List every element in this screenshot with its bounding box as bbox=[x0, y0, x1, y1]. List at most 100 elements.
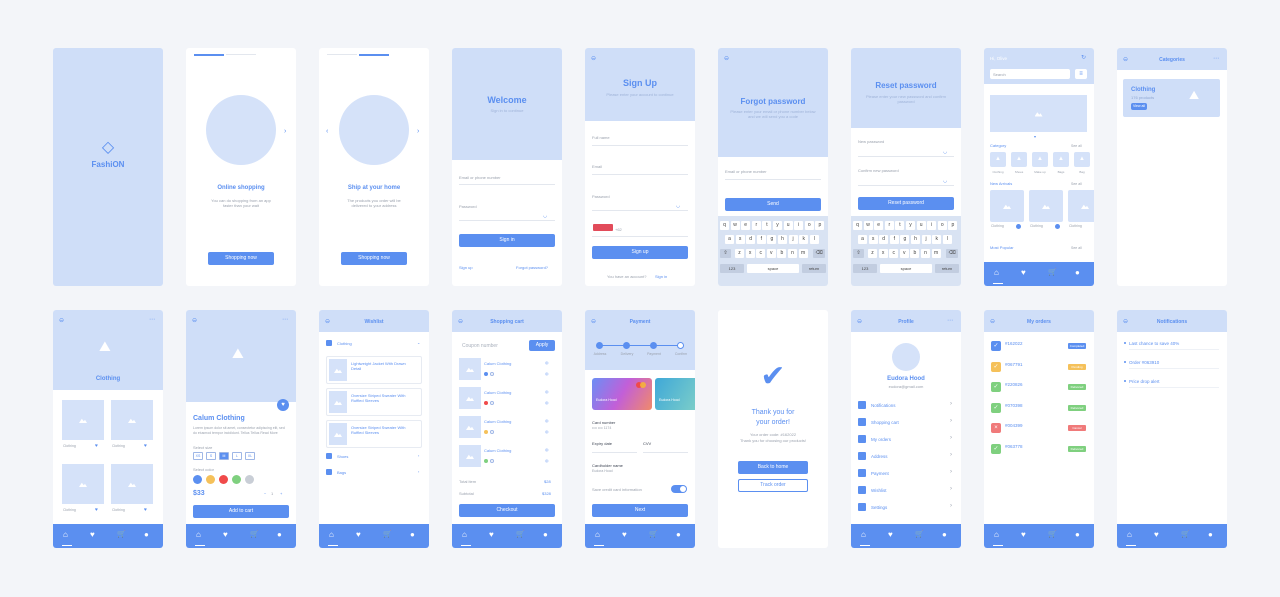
key-q[interactable]: q bbox=[853, 221, 862, 230]
heart-icon[interactable]: ♥ bbox=[888, 531, 893, 539]
key-v[interactable]: v bbox=[899, 249, 909, 258]
key-p[interactable]: p bbox=[948, 221, 958, 230]
key-b[interactable]: b bbox=[910, 249, 920, 258]
notification-title[interactable]: Order #063910 bbox=[1129, 360, 1159, 365]
eye-icon[interactable]: ◡ bbox=[943, 178, 947, 184]
user-icon[interactable]: ● bbox=[676, 531, 681, 539]
key-l[interactable]: l bbox=[942, 235, 952, 244]
order-code[interactable]: #067791 bbox=[1005, 362, 1023, 367]
section-shoes[interactable]: Shoes bbox=[337, 454, 348, 459]
product-image[interactable] bbox=[111, 464, 153, 504]
key-o[interactable]: o bbox=[804, 221, 814, 230]
key-p[interactable]: p bbox=[815, 221, 825, 230]
key-d[interactable]: d bbox=[746, 235, 756, 244]
prev-arrow-icon[interactable]: ‹ bbox=[326, 128, 328, 135]
key-o[interactable]: o bbox=[937, 221, 947, 230]
order-code[interactable]: #070398 bbox=[1005, 403, 1023, 408]
chevron-left-icon[interactable]: ‹ bbox=[418, 469, 419, 474]
confirm-password-field[interactable] bbox=[858, 185, 954, 186]
back-icon[interactable]: ⊖ bbox=[59, 317, 64, 324]
cart-icon[interactable]: 🛒 bbox=[1048, 269, 1057, 276]
notification-title[interactable]: Price drop alert bbox=[1129, 379, 1160, 384]
home-icon[interactable]: ⌂ bbox=[1127, 531, 1132, 539]
key-return[interactable]: return bbox=[935, 264, 959, 273]
heart-icon[interactable]: ♥ bbox=[95, 508, 98, 513]
favorite-heart-icon[interactable]: ♥ bbox=[277, 399, 289, 411]
chevron-right-icon[interactable]: › bbox=[950, 452, 952, 458]
see-all-category[interactable]: See all bbox=[1071, 144, 1082, 148]
profile-menu-item[interactable]: Wishlist bbox=[871, 488, 887, 493]
profile-menu-item[interactable]: Notifications bbox=[871, 403, 896, 408]
filter-icon[interactable]: ≡ bbox=[1075, 69, 1087, 79]
keyboard[interactable]: q w e r t y u i o p a s d f g h j k l ⇧ z x c v b n m ⌫ 123 space retu… bbox=[851, 216, 961, 286]
key-y[interactable]: y bbox=[773, 221, 782, 230]
key-space[interactable]: space bbox=[747, 264, 799, 273]
size-XS[interactable]: XS bbox=[193, 452, 203, 460]
heart-icon[interactable]: ♥ bbox=[1154, 531, 1159, 539]
more-icon[interactable]: ⋯ bbox=[149, 316, 155, 323]
see-all-popular[interactable]: See all bbox=[1071, 246, 1082, 250]
size-XL[interactable]: XL bbox=[245, 452, 255, 460]
key-123[interactable]: 123 bbox=[720, 264, 744, 273]
avatar[interactable] bbox=[892, 343, 920, 371]
key-r[interactable]: r bbox=[751, 221, 761, 230]
view-all-button[interactable]: View all bbox=[1131, 103, 1147, 110]
key-u[interactable]: u bbox=[916, 221, 926, 230]
key-i[interactable]: i bbox=[794, 221, 804, 230]
card-number-field[interactable]: •••• •••• 1174 bbox=[592, 426, 611, 430]
backspace-icon[interactable]: ⌫ bbox=[813, 249, 825, 258]
see-all-new[interactable]: See all bbox=[1071, 182, 1082, 186]
key-h[interactable]: h bbox=[911, 235, 920, 244]
favorite-icon[interactable] bbox=[1016, 224, 1021, 229]
user-icon[interactable]: ● bbox=[1208, 531, 1213, 539]
key-b[interactable]: b bbox=[777, 249, 787, 258]
remove-icon[interactable]: ◎ bbox=[545, 447, 549, 452]
heart-icon[interactable]: ♥ bbox=[1021, 531, 1026, 539]
category-4-icon[interactable]: ▲ bbox=[1074, 152, 1090, 167]
chevron-left-icon[interactable]: ‹ bbox=[418, 453, 419, 458]
key-f[interactable]: f bbox=[756, 235, 766, 244]
checkout-button[interactable]: Checkout bbox=[459, 504, 555, 517]
holder-field[interactable]: Eudora Hood bbox=[592, 469, 613, 473]
remove-icon[interactable]: ◎ bbox=[545, 360, 549, 365]
eye-icon[interactable]: ◡ bbox=[543, 213, 547, 219]
remove-icon[interactable]: ◎ bbox=[545, 418, 549, 423]
signup-button[interactable]: Sign up bbox=[592, 246, 688, 259]
order-code[interactable]: #004399 bbox=[1005, 423, 1023, 428]
chevron-right-icon[interactable]: › bbox=[950, 401, 952, 407]
shopping-now-button[interactable]: Shopping now bbox=[208, 252, 274, 265]
key-123[interactable]: 123 bbox=[853, 264, 877, 273]
cart-icon[interactable]: 🛒 bbox=[250, 531, 259, 538]
heart-icon[interactable]: ♥ bbox=[489, 531, 494, 539]
heart-icon[interactable]: ♥ bbox=[144, 444, 147, 449]
signin-link[interactable]: Sign in bbox=[655, 274, 667, 279]
send-button[interactable]: Send bbox=[725, 198, 821, 211]
cart-icon[interactable]: 🛒 bbox=[1181, 531, 1190, 538]
flag-icon[interactable] bbox=[593, 224, 613, 231]
key-s[interactable]: s bbox=[735, 235, 745, 244]
key-c[interactable]: c bbox=[756, 249, 766, 258]
profile-menu-item[interactable]: Address bbox=[871, 454, 888, 459]
password-field[interactable] bbox=[592, 210, 688, 211]
key-e[interactable]: e bbox=[741, 221, 751, 230]
next-arrow-icon[interactable]: › bbox=[417, 128, 419, 135]
shopping-now-button[interactable]: Shopping now bbox=[341, 252, 407, 265]
shift-icon[interactable]: ⇧ bbox=[853, 249, 864, 258]
back-icon[interactable]: ⊖ bbox=[724, 55, 729, 62]
key-z[interactable]: z bbox=[868, 249, 877, 258]
next-arrow-icon[interactable]: › bbox=[284, 128, 286, 135]
key-m[interactable]: m bbox=[798, 249, 808, 258]
key-g[interactable]: g bbox=[767, 235, 777, 244]
profile-menu-item[interactable]: Payment bbox=[871, 471, 889, 476]
key-l[interactable]: l bbox=[809, 235, 819, 244]
chevron-right-icon[interactable]: › bbox=[950, 486, 952, 492]
eye-icon[interactable]: ◡ bbox=[676, 203, 680, 209]
qty-icon[interactable]: ◎ bbox=[545, 400, 549, 405]
more-icon[interactable]: ⋯ bbox=[1213, 55, 1219, 62]
user-icon[interactable]: ● bbox=[144, 531, 149, 539]
size-M[interactable]: M bbox=[219, 452, 229, 460]
profile-menu-item[interactable]: Shopping cart bbox=[871, 420, 899, 425]
chevron-right-icon[interactable]: › bbox=[950, 469, 952, 475]
key-f[interactable]: f bbox=[889, 235, 899, 244]
key-h[interactable]: h bbox=[778, 235, 787, 244]
